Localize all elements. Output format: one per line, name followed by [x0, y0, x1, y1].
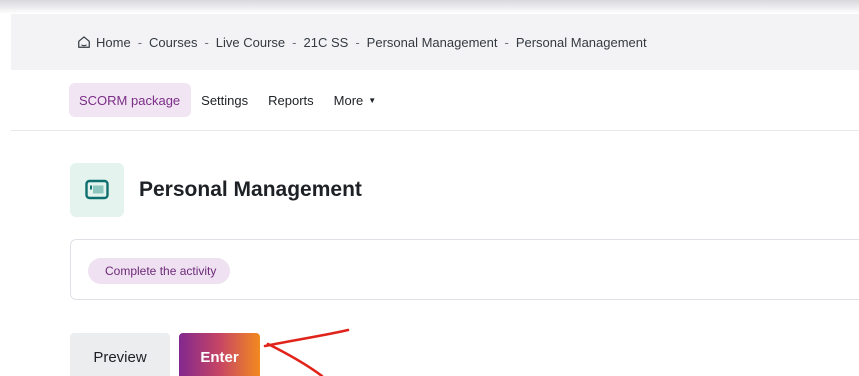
breadcrumb-section[interactable]: Personal Management: [367, 35, 498, 50]
page-title: Personal Management: [139, 178, 362, 201]
nav-tab-label: Settings: [201, 92, 249, 108]
nav-tab-reports[interactable]: Reports: [258, 83, 324, 117]
breadcrumb: Home - Courses - Live Course - 21C SS - …: [77, 33, 647, 51]
activity-icon-tile: [70, 163, 124, 217]
page: Home - Courses - Live Course - 21C SS - …: [0, 0, 859, 376]
breadcrumb-live-course[interactable]: Live Course: [216, 35, 285, 50]
scorm-package-icon: [85, 179, 109, 200]
nav-tab-label: Reports: [268, 92, 314, 108]
completion-requirements: Complete the activity: [70, 239, 859, 300]
secondary-nav: SCORM package Settings Reports More ▼: [69, 83, 386, 117]
nav-tab-settings[interactable]: Settings: [191, 83, 258, 117]
nav-tab-scorm-package[interactable]: SCORM package: [69, 83, 192, 117]
breadcrumb-current[interactable]: Personal Management: [516, 35, 647, 50]
preview-button[interactable]: Preview: [70, 333, 170, 376]
breadcrumb-separator: -: [504, 34, 509, 50]
enter-button[interactable]: Enter: [179, 333, 260, 376]
breadcrumb-home[interactable]: Home: [96, 35, 131, 50]
completion-badge: Complete the activity: [88, 258, 231, 284]
annotation-arrow-icon: [263, 328, 350, 376]
breadcrumb-separator: -: [137, 34, 143, 50]
home-icon[interactable]: [77, 35, 91, 49]
nav-tab-label: More: [333, 92, 364, 108]
caret-down-icon: ▼: [368, 95, 377, 105]
nav-divider: [11, 130, 859, 131]
header-shadow: [0, 0, 859, 14]
nav-tab-more[interactable]: More ▼: [324, 83, 387, 117]
breadcrumb-separator: -: [204, 34, 209, 50]
breadcrumb-21c-ss[interactable]: 21C SS: [304, 35, 349, 50]
breadcrumb-courses[interactable]: Courses: [149, 35, 197, 50]
breadcrumb-separator: -: [355, 34, 360, 50]
nav-tab-label: SCORM package: [79, 92, 181, 108]
breadcrumb-separator: -: [292, 34, 297, 50]
